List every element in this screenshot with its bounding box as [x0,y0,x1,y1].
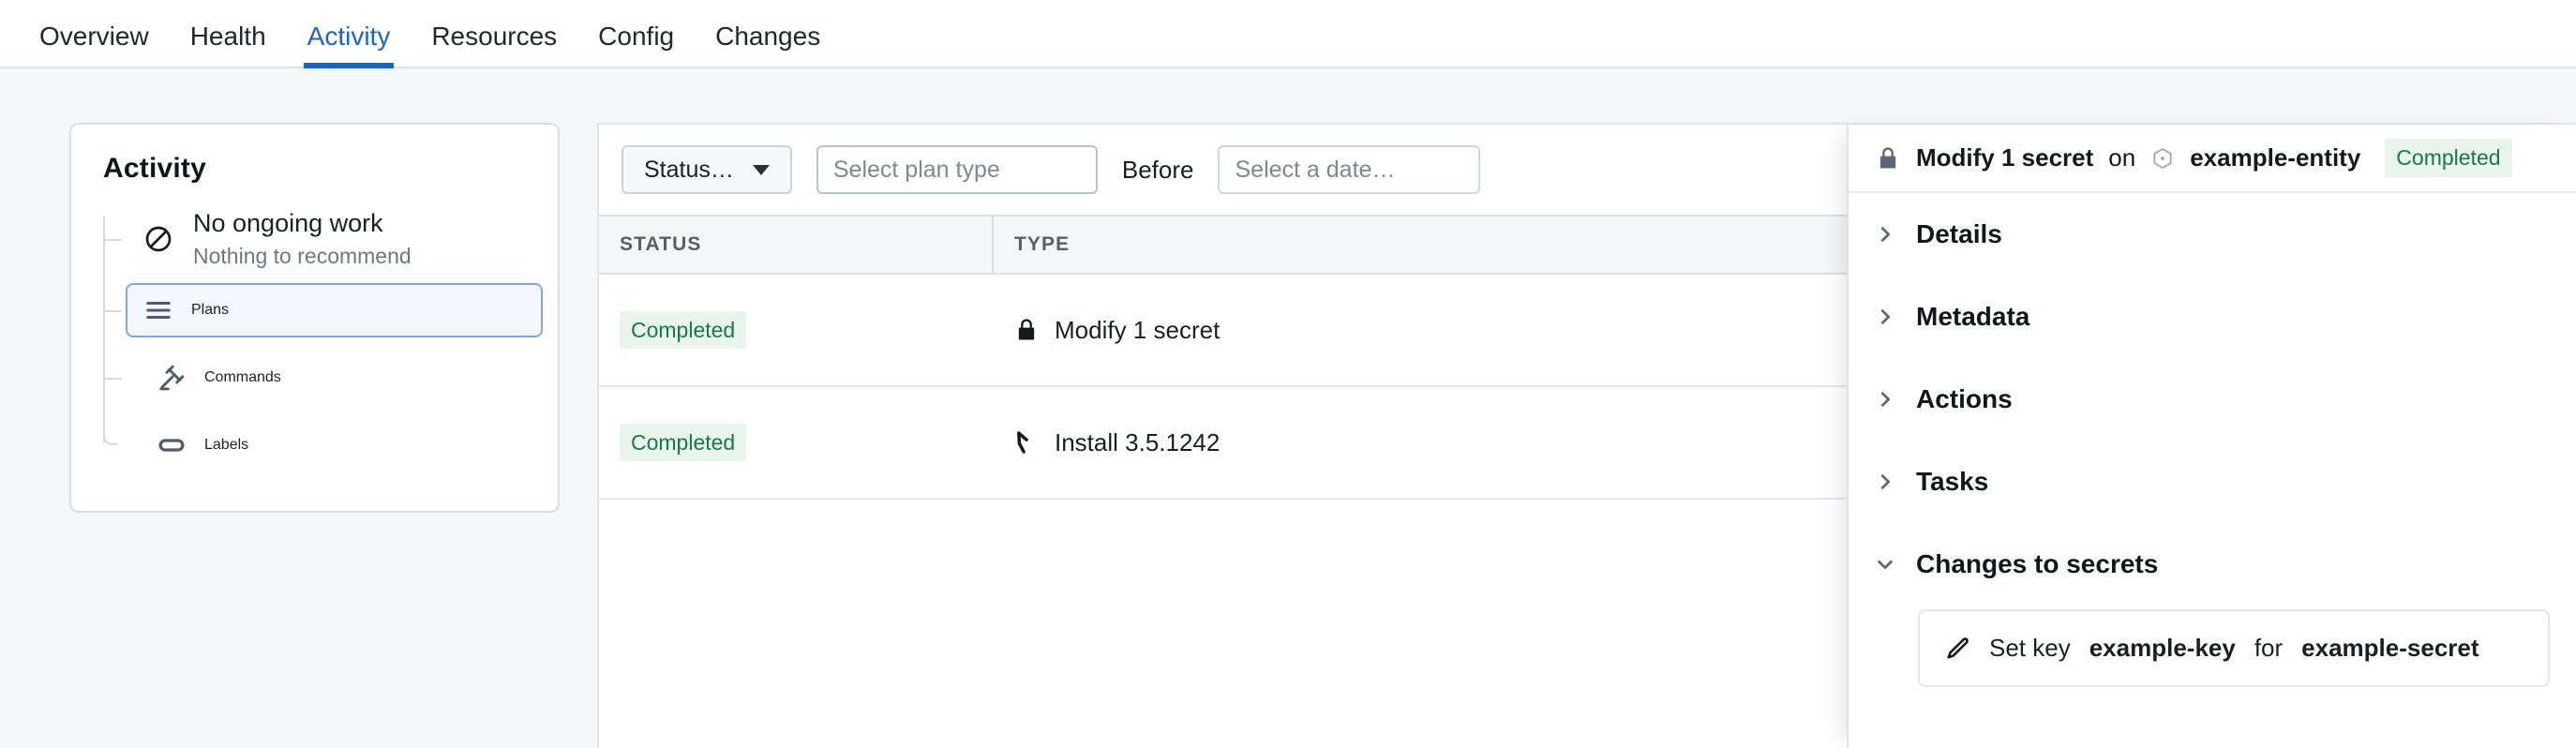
hammer-icon [1013,429,1040,456]
ban-icon [142,223,174,255]
chevron-right-icon [1875,471,1895,492]
sidebar-row-commands: Commands [103,344,526,411]
accordion-section-plan-spec[interactable]: Plan spec [1875,726,2550,748]
ongoing-work-label: No ongoing work [193,209,383,237]
status-filter-label: Status… [644,156,734,183]
accordion-label-metadata: Metadata [1916,302,2030,331]
plan-detail-panel: Modify 1 secret on example-entity Comple… [1847,125,2576,748]
nav-tab-overview[interactable]: Overview [19,23,170,67]
secret-change-key: example-key [2089,634,2236,662]
hexagon-node-icon [2150,146,2175,171]
status-filter-dropdown[interactable]: Status… [622,145,792,194]
cell-status: Completed [599,386,993,500]
accordion-label-tasks: Tasks [1916,467,1989,496]
accordion-section-metadata[interactable]: Metadata [1875,276,2550,358]
secret-change-prefix: Set key [1989,634,2071,662]
pencil-icon [1944,636,1970,662]
before-label: Before [1121,155,1194,184]
sidebar-item-labels[interactable]: Labels [142,420,526,471]
activity-tree: No ongoing work Nothing to recommend Pla… [103,209,543,479]
secret-change-middle: for [2254,634,2284,662]
chevron-right-icon [1875,389,1895,410]
sidebar-row-labels: Labels [103,411,526,479]
accordion-label-details: Details [1916,219,2002,248]
plans-table-panel: Status… Before STATUS TYPE Completed [597,123,2576,748]
sidebar-item-plans-label: Plans [191,302,230,319]
chevron-down-icon [1875,554,1895,575]
row-type-label: Modify 1 secret [1055,315,1221,344]
detail-panel-header: Modify 1 secret on example-entity Comple… [1849,125,2576,193]
row-type-label: Install 3.5.1242 [1055,427,1221,456]
secret-change-secret: example-secret [2301,634,2479,662]
date-input[interactable] [1218,145,1481,194]
plan-type-input[interactable] [816,145,1098,194]
nav-tab-config[interactable]: Config [577,23,695,67]
nav-tab-resources[interactable]: Resources [411,23,577,67]
sidebar-item-labels-label: Labels [204,437,249,454]
sidebar-item-commands[interactable]: Commands [142,352,526,403]
pill-icon [157,431,186,459]
gavel-icon [157,364,186,392]
accordion-section-details[interactable]: Details [1875,193,2550,276]
accordion-section-changes-to-secrets[interactable]: Changes to secrets [1875,523,2550,606]
workspace: Activity No ongoing work Nothing to reco… [0,68,2576,748]
accordion-section-tasks[interactable]: Tasks [1875,441,2550,523]
ongoing-work-sublabel: Nothing to recommend [193,244,412,269]
nav-tab-changes[interactable]: Changes [695,23,841,67]
chevron-down-icon [752,164,770,175]
primary-navigation: Overview Health Activity Resources Confi… [0,0,2576,68]
sidebar-row-plans: Plans [103,277,543,344]
detail-panel-status-badge: Completed [2385,139,2512,177]
cell-status: Completed [599,274,993,387]
chevron-right-icon [1875,224,1895,245]
accordion-label-changes-to-secrets: Changes to secrets [1916,549,2159,578]
sidebar-item-plans[interactable]: Plans [126,283,543,338]
detail-panel-entity[interactable]: example-entity [2190,143,2360,172]
status-badge: Completed [620,310,747,350]
status-badge: Completed [620,423,747,462]
detail-panel-on-label: on [2108,143,2136,172]
detail-accordion: Details Metadata Actions Tasks Changes t… [1849,193,2576,748]
sidebar-item-commands-label: Commands [204,369,281,386]
activity-card-title: Activity [103,153,206,184]
ongoing-work-status: No ongoing work Nothing to recommend [103,209,526,269]
accordion-label-actions: Actions [1916,384,2013,413]
lock-icon [1875,145,1901,172]
chevron-right-icon [1875,307,1895,327]
accordion-section-actions[interactable]: Actions [1875,358,2550,441]
activity-sidebar-card: Activity No ongoing work Nothing to reco… [69,123,560,514]
list-icon [144,296,172,324]
secret-change-item[interactable]: Set key example-key for example-secret [1918,609,2550,687]
nav-tab-health[interactable]: Health [170,23,287,67]
column-header-status[interactable]: STATUS [599,215,994,275]
detail-panel-title: Modify 1 secret [1916,143,2094,172]
lock-icon [1013,317,1040,343]
nav-tab-activity[interactable]: Activity [287,23,412,68]
